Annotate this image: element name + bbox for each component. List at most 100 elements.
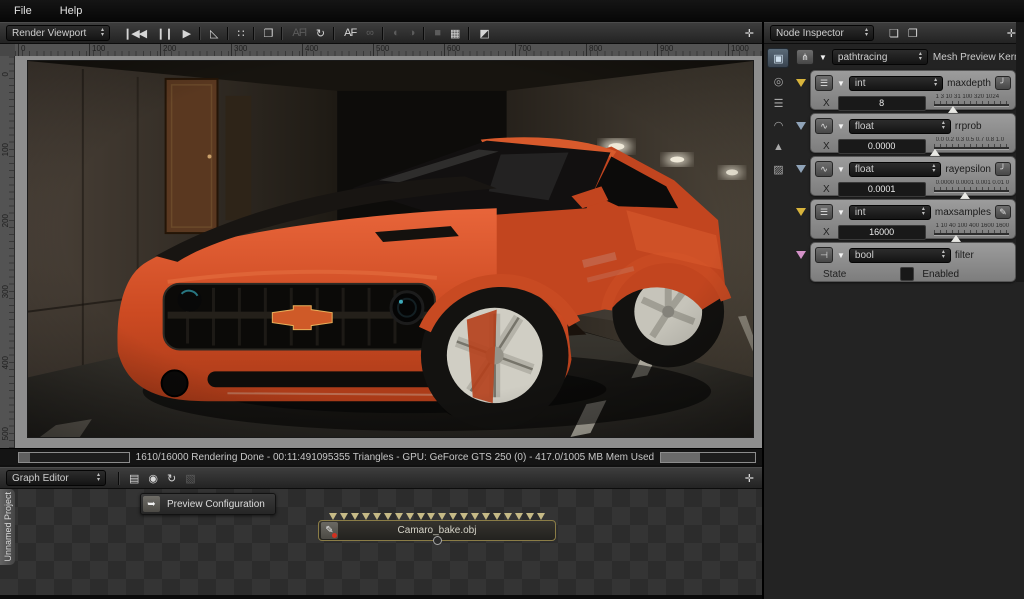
sphere-right-icon[interactable]: ◑: [404, 27, 420, 39]
value-slider[interactable]: 0.0000 0.0001 0.001 0.01 0.10: [933, 180, 1009, 199]
curve-button[interactable]: ╯: [995, 162, 1011, 176]
type-dropdown[interactable]: bool ▴ ▾: [848, 247, 951, 263]
expander-icon[interactable]: ▼: [837, 208, 845, 217]
expander-icon[interactable]: ▼: [819, 53, 827, 62]
copy-render-icon[interactable]: ❐: [259, 27, 278, 40]
utility-icon[interactable]: ▨: [768, 160, 788, 178]
node-output-pin[interactable]: [433, 536, 442, 545]
expand-icon[interactable]: ✛: [743, 472, 756, 485]
node-input-pin[interactable]: [449, 513, 458, 520]
node-input-pin[interactable]: [361, 513, 370, 520]
restart-render-icon[interactable]: ❙◀◀: [118, 27, 151, 40]
play-render-icon[interactable]: ▶: [178, 27, 195, 40]
expand-icon[interactable]: ✛: [743, 27, 756, 40]
slider-handle[interactable]: [948, 106, 959, 113]
solid-bg-icon[interactable]: ■: [429, 27, 445, 39]
node-input-pin[interactable]: [482, 513, 491, 520]
glasses-icon[interactable]: ∞: [361, 27, 378, 39]
alpha-checker-icon[interactable]: ▦: [445, 27, 464, 40]
node-input-pin[interactable]: [427, 513, 436, 520]
expander-icon[interactable]: ▼: [837, 122, 845, 131]
static-value-icon[interactable]: ☰: [815, 75, 833, 91]
value-field[interactable]: 16000: [837, 224, 926, 240]
value-field[interactable]: 8: [837, 95, 926, 111]
refresh-icon[interactable]: ↻: [311, 27, 329, 40]
slider-handle[interactable]: [951, 235, 962, 242]
focus-picker-icon[interactable]: ◺: [205, 27, 222, 40]
type-dropdown[interactable]: int ▴ ▾: [848, 204, 931, 220]
pan-icon[interactable]: ∷: [233, 27, 249, 40]
menu-file[interactable]: File: [0, 5, 46, 17]
bw-checker-icon[interactable]: ◩: [474, 27, 493, 40]
mesh-node[interactable]: ✎ Camaro_bake.obj: [318, 513, 556, 545]
node-input-pin[interactable]: [372, 513, 381, 520]
menu-help[interactable]: Help: [46, 5, 97, 17]
texture-icon[interactable]: ▲: [768, 138, 788, 156]
expander-icon[interactable]: ▼: [837, 79, 845, 88]
kernel-dropdown[interactable]: pathtracing ▴ ▾: [831, 49, 928, 65]
nodegraph-icon[interactable]: ⋔: [796, 49, 814, 65]
param-pin-icon[interactable]: [796, 165, 806, 173]
af-lock-icon[interactable]: AFl: [287, 27, 311, 39]
curve-value-icon[interactable]: ∿: [815, 118, 833, 134]
node-input-pin[interactable]: [438, 513, 447, 520]
copy-node-icon[interactable]: ❏: [884, 27, 903, 40]
curve-value-icon[interactable]: ∿: [815, 161, 833, 177]
camera-icon[interactable]: ◎: [768, 72, 788, 90]
panel-selector-dropdown[interactable]: Graph Editor ▴ ▾: [6, 470, 106, 486]
node-input-pin[interactable]: [493, 513, 502, 520]
toggle-value-icon[interactable]: ⊣: [815, 247, 833, 263]
preview-configuration-node[interactable]: ➥ Preview Configuration: [140, 493, 276, 515]
render-target-icon[interactable]: ▣: [767, 48, 789, 68]
param-pin-icon[interactable]: [796, 251, 806, 259]
edit-button[interactable]: ✎: [995, 205, 1011, 219]
param-pin-icon[interactable]: [796, 122, 806, 130]
param-pin-icon[interactable]: [796, 79, 806, 87]
static-value-icon[interactable]: ☰: [815, 204, 833, 220]
node-input-pin[interactable]: [405, 513, 414, 520]
node-input-pin[interactable]: [329, 513, 337, 520]
sphere-left-icon[interactable]: ◐: [388, 27, 404, 39]
node-input-pin[interactable]: [460, 513, 469, 520]
value-slider[interactable]: 0.0 0.2 0.3 0.5 0.7 0.8 1.0: [930, 137, 1009, 156]
reload-geometry-icon[interactable]: ↻: [162, 472, 180, 485]
pause-render-icon[interactable]: ❙❙: [151, 27, 177, 40]
slider-handle[interactable]: [960, 192, 971, 199]
panel-selector-dropdown[interactable]: Node Inspector ▴ ▾: [770, 25, 874, 41]
node-input-pin[interactable]: [504, 513, 512, 520]
curve-button[interactable]: ╯: [995, 76, 1011, 90]
render-image[interactable]: [27, 60, 754, 438]
value-field[interactable]: 0.0000: [837, 138, 926, 154]
project-tab[interactable]: Unnamed Project: [0, 489, 15, 565]
autofocus-icon[interactable]: AF: [339, 27, 361, 39]
slider-handle[interactable]: [930, 149, 941, 156]
toolbar-separator: [281, 26, 284, 40]
environment-icon[interactable]: ☰: [768, 94, 788, 112]
node-input-pin[interactable]: [394, 513, 403, 520]
node-input-pin[interactable]: [383, 513, 392, 520]
panel-selector-dropdown[interactable]: Render Viewport ▴ ▾: [6, 25, 110, 41]
expander-icon[interactable]: ▼: [837, 165, 845, 174]
node-input-pin[interactable]: [350, 513, 359, 520]
node-input-pin[interactable]: [339, 513, 348, 520]
value-slider[interactable]: 1 3 10 31 100 320 1024: [933, 94, 1009, 113]
material-icon[interactable]: ◠: [768, 116, 788, 134]
node-input-pin[interactable]: [525, 513, 534, 520]
enabled-checkbox[interactable]: [900, 267, 915, 281]
node-input-pin[interactable]: [536, 513, 545, 520]
value-slider[interactable]: 1 10 40 100 400 1600 16000: [933, 223, 1009, 242]
type-dropdown[interactable]: float ▴ ▾: [848, 118, 951, 134]
param-pin-icon[interactable]: [796, 208, 806, 216]
node-input-pin[interactable]: [471, 513, 480, 520]
new-rendertarget-icon[interactable]: ▤: [124, 472, 143, 485]
value-field[interactable]: 0.0001: [837, 181, 926, 197]
paste-node-icon[interactable]: ❐: [903, 27, 922, 40]
new-texture-icon[interactable]: ▧: [180, 472, 199, 485]
graph-editor-canvas[interactable]: Unnamed Project ➥ Preview Configuration …: [0, 489, 762, 599]
type-dropdown[interactable]: int ▴ ▾: [848, 75, 944, 91]
node-input-pin[interactable]: [514, 513, 523, 520]
node-input-pin[interactable]: [416, 513, 425, 520]
expander-icon[interactable]: ▼: [837, 251, 845, 260]
type-dropdown[interactable]: float ▴ ▾: [848, 161, 942, 177]
new-material-icon[interactable]: ◉: [143, 472, 162, 485]
